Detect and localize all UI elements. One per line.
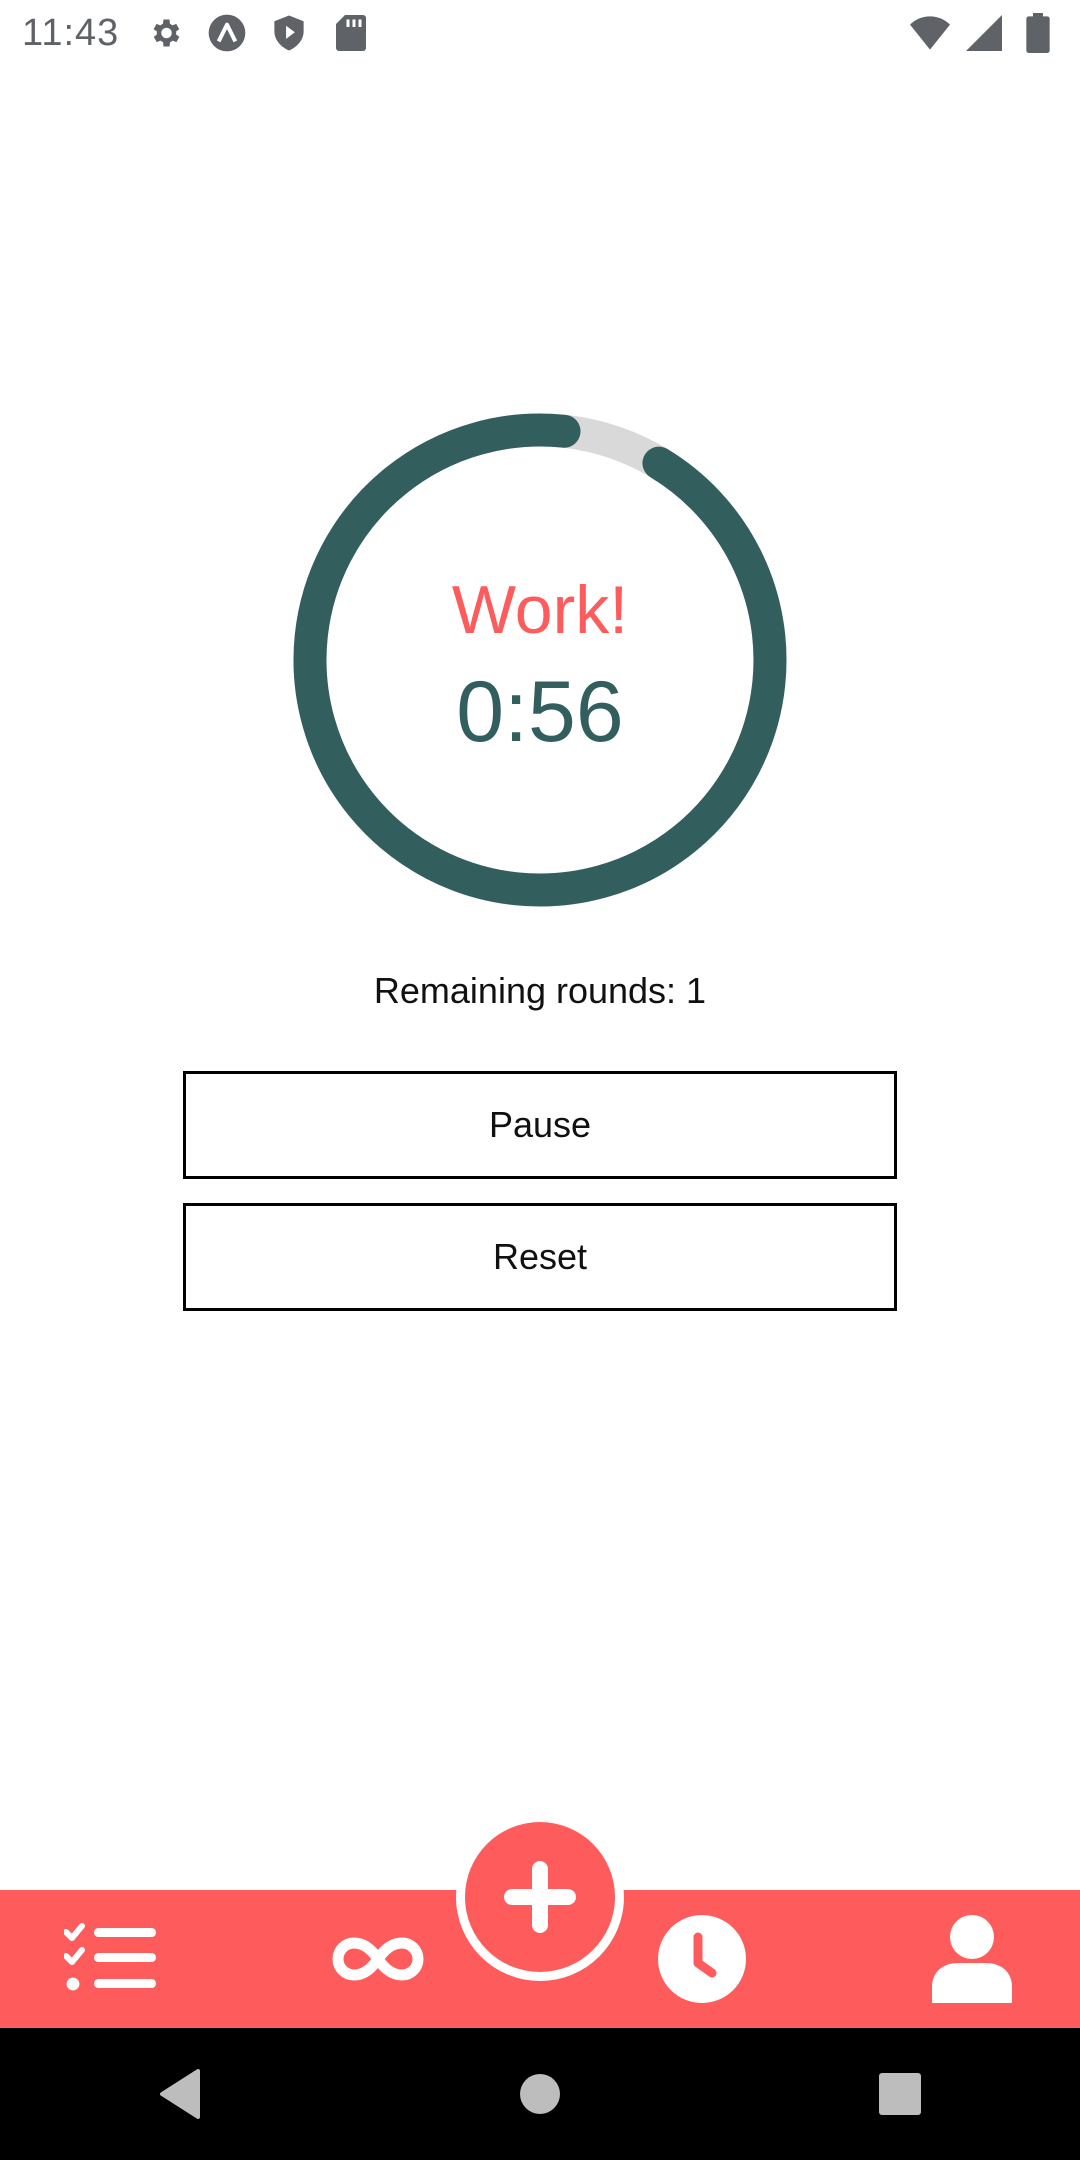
gear-icon: [145, 13, 185, 53]
clock-icon: [658, 1915, 746, 2003]
tab-timer[interactable]: [632, 1890, 772, 2028]
status-time: 11:43: [22, 11, 120, 54]
app-logo-icon: [207, 13, 247, 53]
pause-button[interactable]: Pause: [183, 1071, 897, 1179]
remaining-rounds: Remaining rounds: 1: [373, 970, 707, 1011]
recents-button[interactable]: [840, 2034, 960, 2154]
back-button[interactable]: [120, 2034, 240, 2154]
person-icon: [932, 1915, 1012, 2003]
shield-play-icon: [269, 13, 309, 53]
battery-icon: [1018, 13, 1058, 53]
status-bar: 11:43: [0, 0, 1080, 66]
home-icon: [520, 2074, 560, 2114]
add-workout-button[interactable]: [456, 1813, 624, 1981]
checklist-icon: [64, 1923, 156, 1991]
countdown-time: 0:56: [456, 664, 624, 760]
tab-infinite[interactable]: [308, 1890, 448, 2028]
recents-icon: [879, 2073, 921, 2115]
tab-profile[interactable]: [902, 1890, 1042, 2028]
system-nav-bar: [0, 2028, 1080, 2160]
phase-label: Work!: [451, 572, 629, 648]
add-button-circle: [465, 1822, 615, 1972]
reset-button[interactable]: Reset: [183, 1203, 897, 1311]
timer-progress-arc: [293, 413, 787, 907]
tab-workouts[interactable]: [40, 1890, 180, 2028]
wifi-icon: [910, 13, 950, 53]
add-icon: [504, 1861, 576, 1933]
back-icon: [160, 2069, 200, 2119]
home-button[interactable]: [480, 2034, 600, 2154]
signal-icon: [964, 13, 1004, 53]
timer-progress-ring: [293, 413, 787, 907]
sd-card-icon: [331, 13, 371, 53]
infinity-icon: [332, 1937, 424, 1981]
timer-ring: Work! 0:56: [290, 410, 790, 910]
